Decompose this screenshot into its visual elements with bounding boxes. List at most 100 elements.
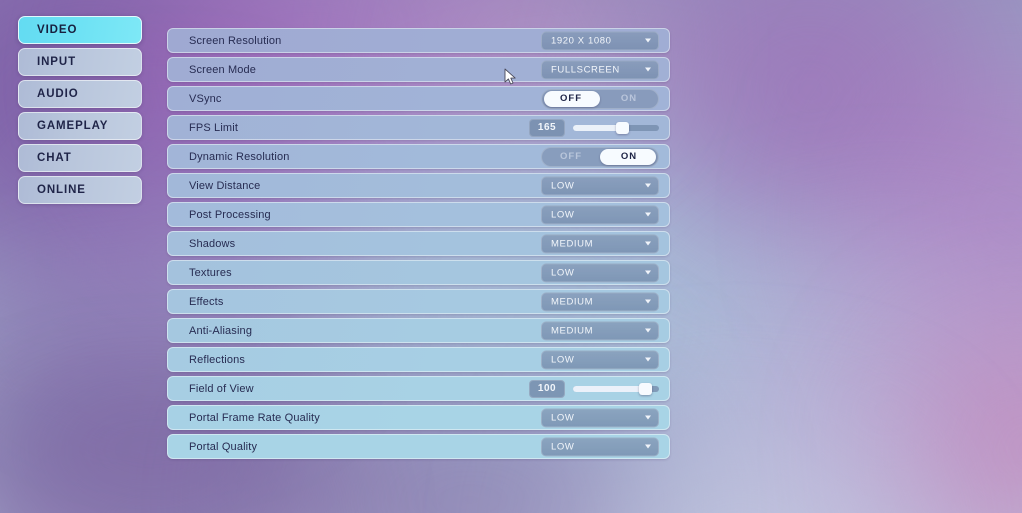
setting-control: 165 (529, 118, 659, 138)
setting-row: Screen Mode FULLSCREEN (167, 57, 670, 82)
setting-label: Anti-Aliasing (189, 324, 253, 337)
sidebar-item-input[interactable]: INPUT (18, 48, 142, 76)
setting-row: VSync OFF ON (167, 86, 670, 111)
setting-row: Reflections LOW (167, 347, 670, 372)
setting-label: Field of View (189, 382, 254, 395)
setting-label: Portal Frame Rate Quality (189, 411, 320, 424)
setting-row: Anti-Aliasing MEDIUM (167, 318, 670, 343)
video-settings-panel: Screen Resolution 1920 X 1080 Screen Mode F… (167, 28, 670, 463)
setting-row: Effects MEDIUM (167, 289, 670, 314)
dropdown-value: LOW (551, 180, 575, 191)
setting-dropdown[interactable]: LOW (541, 408, 659, 427)
toggle-option-off[interactable]: OFF (542, 90, 600, 108)
chevron-down-icon (645, 299, 651, 304)
setting-dropdown[interactable]: LOW (541, 176, 659, 195)
setting-row: Portal Quality LOW (167, 434, 670, 459)
chevron-down-icon (645, 212, 651, 217)
setting-label: VSync (189, 92, 222, 105)
chevron-down-icon (645, 357, 651, 362)
setting-dropdown[interactable]: MEDIUM (541, 292, 659, 311)
setting-control: LOW (541, 176, 659, 195)
sidebar-item-chat[interactable]: CHAT (18, 144, 142, 172)
dropdown-value: MEDIUM (551, 296, 594, 307)
slider-thumb[interactable] (616, 121, 630, 134)
setting-row: Portal Frame Rate Quality LOW (167, 405, 670, 430)
dropdown-value: LOW (551, 209, 575, 220)
dropdown-value: MEDIUM (551, 325, 594, 336)
setting-control: MEDIUM (541, 292, 659, 311)
setting-dropdown[interactable]: MEDIUM (541, 321, 659, 340)
slider-value: 100 (529, 379, 565, 398)
setting-row: Screen Resolution 1920 X 1080 (167, 28, 670, 53)
chevron-down-icon (645, 67, 651, 72)
setting-toggle[interactable]: OFF ON (541, 88, 659, 109)
dropdown-value: LOW (551, 354, 575, 365)
sidebar-item-label: INPUT (37, 56, 76, 68)
setting-control: OFF ON (541, 146, 659, 167)
setting-label: Post Processing (189, 208, 271, 221)
toggle-option-on[interactable]: ON (600, 90, 658, 108)
chevron-down-icon (645, 415, 651, 420)
setting-dropdown[interactable]: LOW (541, 437, 659, 456)
setting-dropdown[interactable]: 1920 X 1080 (541, 31, 659, 50)
setting-label: Portal Quality (189, 440, 258, 453)
setting-slider[interactable]: 165 (529, 118, 659, 138)
setting-label: Screen Resolution (189, 34, 282, 47)
setting-row: Post Processing LOW (167, 202, 670, 227)
slider-track[interactable] (573, 121, 659, 134)
mouse-cursor-icon (504, 68, 516, 85)
chevron-down-icon (645, 328, 651, 333)
setting-control: 1920 X 1080 (541, 31, 659, 50)
setting-row: View Distance LOW (167, 173, 670, 198)
sidebar-item-label: CHAT (37, 152, 72, 164)
dropdown-value: LOW (551, 441, 575, 452)
setting-control: OFF ON (541, 88, 659, 109)
chevron-down-icon (645, 444, 651, 449)
setting-label: Effects (189, 295, 224, 308)
setting-label: Shadows (189, 237, 236, 250)
sidebar-item-gameplay[interactable]: GAMEPLAY (18, 112, 142, 140)
setting-control: LOW (541, 408, 659, 427)
chevron-down-icon (645, 241, 651, 246)
setting-row: Dynamic Resolution OFF ON (167, 144, 670, 169)
setting-dropdown[interactable]: MEDIUM (541, 234, 659, 253)
chevron-down-icon (645, 183, 651, 188)
chevron-down-icon (645, 38, 651, 43)
setting-control: MEDIUM (541, 321, 659, 340)
setting-control: 100 (529, 379, 659, 399)
setting-toggle[interactable]: OFF ON (541, 146, 659, 167)
dropdown-value: FULLSCREEN (551, 64, 620, 75)
setting-control: LOW (541, 350, 659, 369)
slider-thumb[interactable] (639, 382, 653, 395)
setting-row: FPS Limit 165 (167, 115, 670, 140)
setting-row: Field of View 100 (167, 376, 670, 401)
setting-dropdown[interactable]: LOW (541, 205, 659, 224)
setting-label: Reflections (189, 353, 246, 366)
setting-control: MEDIUM (541, 234, 659, 253)
sidebar-item-video[interactable]: VIDEO (18, 16, 142, 44)
dropdown-value: 1920 X 1080 (551, 35, 612, 46)
setting-dropdown[interactable]: FULLSCREEN (541, 60, 659, 79)
setting-dropdown[interactable]: LOW (541, 263, 659, 282)
toggle-option-on[interactable]: ON (600, 148, 658, 166)
dropdown-value: LOW (551, 412, 575, 423)
setting-dropdown[interactable]: LOW (541, 350, 659, 369)
sidebar-item-online[interactable]: ONLINE (18, 176, 142, 204)
sidebar-item-audio[interactable]: AUDIO (18, 80, 142, 108)
sidebar-item-label: AUDIO (37, 88, 79, 100)
setting-label: Dynamic Resolution (189, 150, 290, 163)
setting-slider[interactable]: 100 (529, 379, 659, 399)
settings-category-sidebar: VIDEO INPUT AUDIO GAMEPLAY CHAT ONLINE (18, 16, 142, 208)
slider-value: 165 (529, 118, 565, 137)
dropdown-value: LOW (551, 267, 575, 278)
sidebar-item-label: ONLINE (37, 184, 86, 196)
slider-fill (573, 124, 623, 131)
dropdown-value: MEDIUM (551, 238, 594, 249)
slider-track[interactable] (573, 382, 659, 395)
setting-row: Shadows MEDIUM (167, 231, 670, 256)
setting-label: Textures (189, 266, 232, 279)
toggle-option-off[interactable]: OFF (542, 148, 600, 166)
setting-label: FPS Limit (189, 121, 239, 134)
setting-label: Screen Mode (189, 63, 257, 76)
setting-control: LOW (541, 437, 659, 456)
